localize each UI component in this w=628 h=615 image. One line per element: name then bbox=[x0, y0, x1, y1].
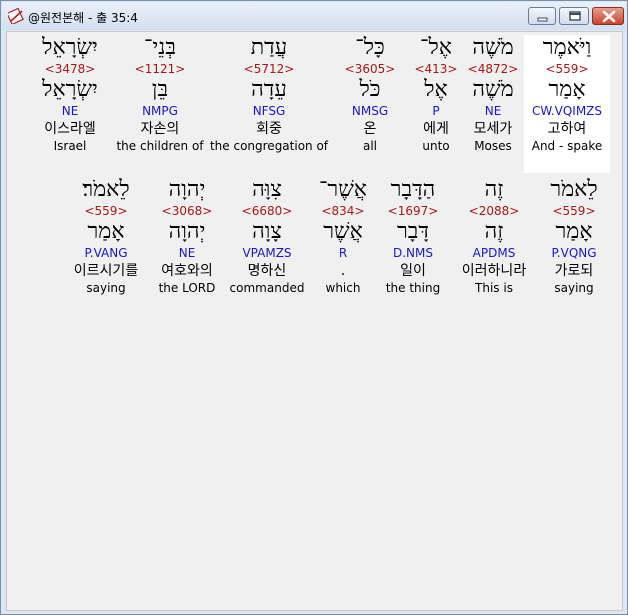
hebrew-word: לֵאמֹר bbox=[550, 177, 598, 202]
hebrew-lemma: בֵּן bbox=[151, 77, 169, 102]
word-column[interactable]: לֵאמֹר <559> אָמַר P.VQNG 가로되 saying bbox=[514, 177, 628, 296]
word-column[interactable]: בְּנֵי־ <1121> בֵּן NMPG 자손의 the childre… bbox=[100, 35, 220, 154]
hebrew-lemma: אָמַר bbox=[548, 77, 586, 102]
minimize-button[interactable] bbox=[528, 7, 556, 25]
app-window: @원전본해 - 출 35:4 יִשְׂרָאֵל <3478> יִשְׂרָ… bbox=[0, 0, 628, 615]
close-icon bbox=[602, 10, 616, 23]
strong-number[interactable]: <559> bbox=[524, 61, 610, 77]
morphology-code[interactable]: NMPG bbox=[100, 103, 220, 120]
word-column-selected[interactable]: וַיֹּאמֶר <559> אָמַר CW.VQIMZS 고하여 And … bbox=[524, 35, 610, 173]
maximize-button[interactable] bbox=[559, 7, 589, 25]
korean-gloss: 자손의 bbox=[140, 121, 180, 137]
morphology-code[interactable]: P.VQNG bbox=[514, 245, 628, 262]
korean-gloss: 가로되 bbox=[554, 263, 594, 279]
english-gloss: saying bbox=[554, 281, 594, 295]
strong-number[interactable]: <1121> bbox=[100, 61, 220, 77]
maximize-icon bbox=[569, 11, 581, 21]
title-bar[interactable]: @원전본해 - 출 35:4 bbox=[2, 2, 626, 30]
morphology-code[interactable]: CW.VQIMZS bbox=[524, 103, 610, 120]
strong-number[interactable]: <559> bbox=[514, 203, 628, 219]
english-gloss: the children of bbox=[116, 139, 204, 153]
interlinear-panel[interactable]: יִשְׂרָאֵל <3478> יִשְׂרָאֵל NE 이스라엘 Isr… bbox=[6, 31, 623, 611]
korean-gloss: 고하여 bbox=[547, 121, 587, 137]
minimize-icon bbox=[537, 17, 548, 22]
hebrew-lemma: אָמַר bbox=[555, 219, 593, 244]
hebrew-word: בְּנֵי־ bbox=[144, 35, 176, 60]
hebrew-word: וַיֹּאמֶר bbox=[542, 35, 592, 60]
close-button[interactable] bbox=[592, 7, 624, 25]
english-gloss: And - spake bbox=[531, 139, 603, 153]
app-icon bbox=[6, 7, 24, 26]
window-title: @원전본해 - 출 35:4 bbox=[28, 11, 138, 25]
